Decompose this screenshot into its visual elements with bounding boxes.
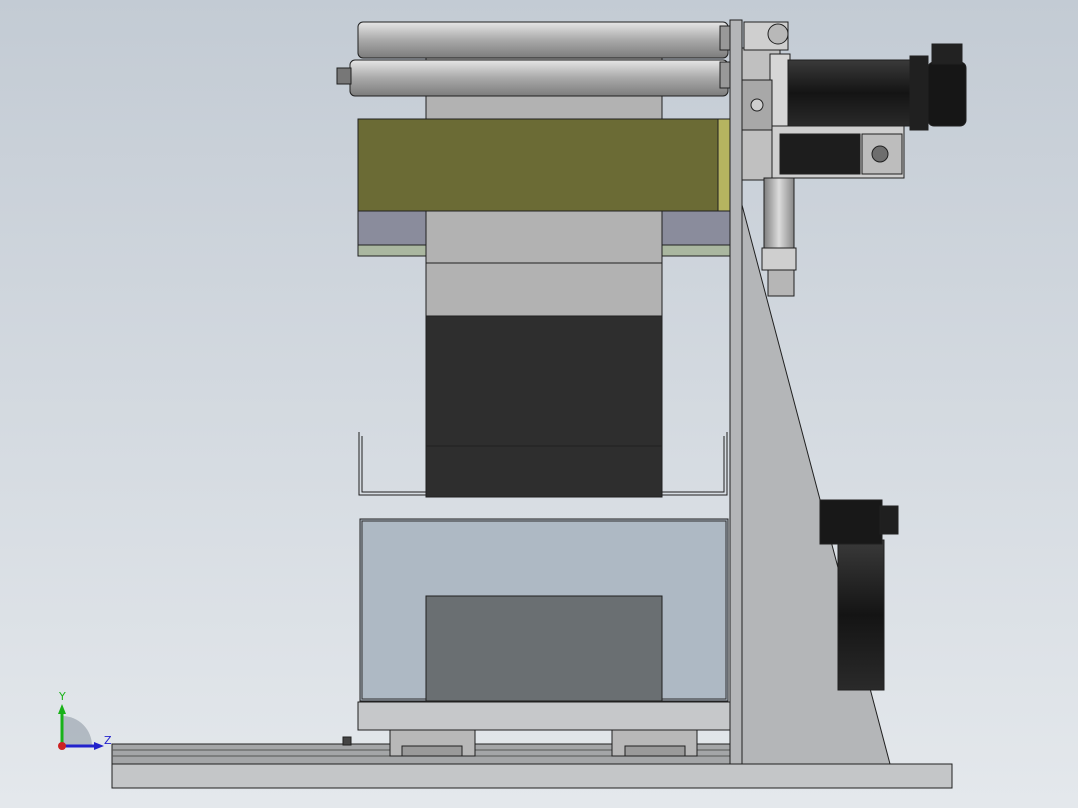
lower-motor-body[interactable] [837,539,885,691]
cad-viewport[interactable]: Y Z [0,0,1078,808]
roller-end-cap [719,25,731,51]
column-over-bands [425,210,663,264]
bearing-housing-bore [871,145,889,163]
lower-motor-head[interactable] [819,499,883,545]
motor-flange[interactable] [909,55,929,131]
top-fastener [767,23,789,45]
lower-motor-connector[interactable] [879,505,899,535]
mid-column-block[interactable] [425,262,663,317]
dark-column-block[interactable] [425,315,663,447]
top-roller[interactable] [357,21,729,59]
olive-guard-plate[interactable] [357,118,719,212]
roller-shaft-end [336,67,352,85]
motor-encoder-cap[interactable] [927,61,967,127]
olive-bracket[interactable] [717,118,731,220]
vertical-frame-post[interactable] [729,19,743,765]
y-axis-label: Y [58,690,66,703]
vertical-lead-screw[interactable] [763,177,795,249]
lower-roller[interactable] [349,59,729,97]
lead-screw-end[interactable] [767,269,795,297]
grey-block-in-tank[interactable] [425,595,663,702]
slider-carriage-right-base [624,745,686,757]
servo-motor-body[interactable] [787,59,921,127]
cad-model-view[interactable]: Y Z [0,0,1078,808]
x-axis-dot [58,742,66,750]
bucket-base-plate[interactable] [357,701,733,731]
motor-connector[interactable] [931,43,963,65]
dark-column-lower[interactable] [425,445,663,498]
bearing-bolt [750,98,764,112]
lead-screw-nut[interactable] [761,247,797,271]
z-axis-label: Z [104,734,112,747]
coupling-housing[interactable] [769,53,791,131]
small-motor[interactable] [779,133,861,175]
roller-end-cap-2 [719,61,731,89]
rail-end-stop[interactable] [342,736,352,746]
slider-carriage-left-base [401,745,463,757]
base-plate[interactable] [111,763,953,789]
